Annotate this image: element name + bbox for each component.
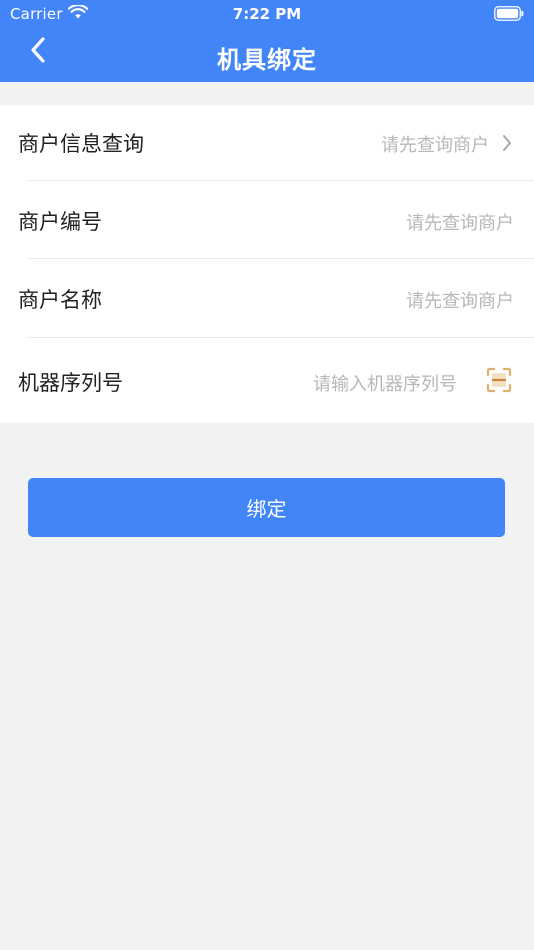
chevron-right-icon xyxy=(501,133,513,157)
merchant-number-row: 商户编号 请先查询商户 xyxy=(0,181,534,259)
merchant-name-value: 请先查询商户 xyxy=(406,291,514,312)
merchant-number-value: 请先查询商户 xyxy=(406,213,514,234)
status-time: 7:22 PM xyxy=(232,5,302,23)
status-bar: Carrier 7:22 PM xyxy=(0,0,534,28)
merchant-query-value: 请先查询商户 xyxy=(381,135,489,156)
merchant-query-row[interactable]: 商户信息查询 请先查询商户 xyxy=(0,105,534,181)
scan-icon[interactable] xyxy=(486,367,512,397)
header: Carrier 7:22 PM 机具绑定 xyxy=(0,0,534,82)
serial-number-label: 机器序列号 xyxy=(18,371,123,395)
page-title: 机具绑定 xyxy=(217,46,317,74)
bind-button[interactable]: 绑定 xyxy=(28,478,505,537)
merchant-name-row: 商户名称 请先查询商户 xyxy=(0,259,534,337)
serial-number-input[interactable]: 请输入机器序列号 xyxy=(313,370,457,396)
battery-icon xyxy=(494,6,524,25)
merchant-form: 商户信息查询 请先查询商户 商户编号 请先查询商户 商户名称 请先查询商户 机器… xyxy=(0,105,534,423)
merchant-number-label: 商户编号 xyxy=(18,210,102,234)
merchant-name-label: 商户名称 xyxy=(18,288,102,312)
nav-bar: 机具绑定 xyxy=(0,28,534,82)
serial-number-row: 机器序列号 请输入机器序列号 xyxy=(0,338,534,423)
merchant-query-label: 商户信息查询 xyxy=(18,132,144,156)
